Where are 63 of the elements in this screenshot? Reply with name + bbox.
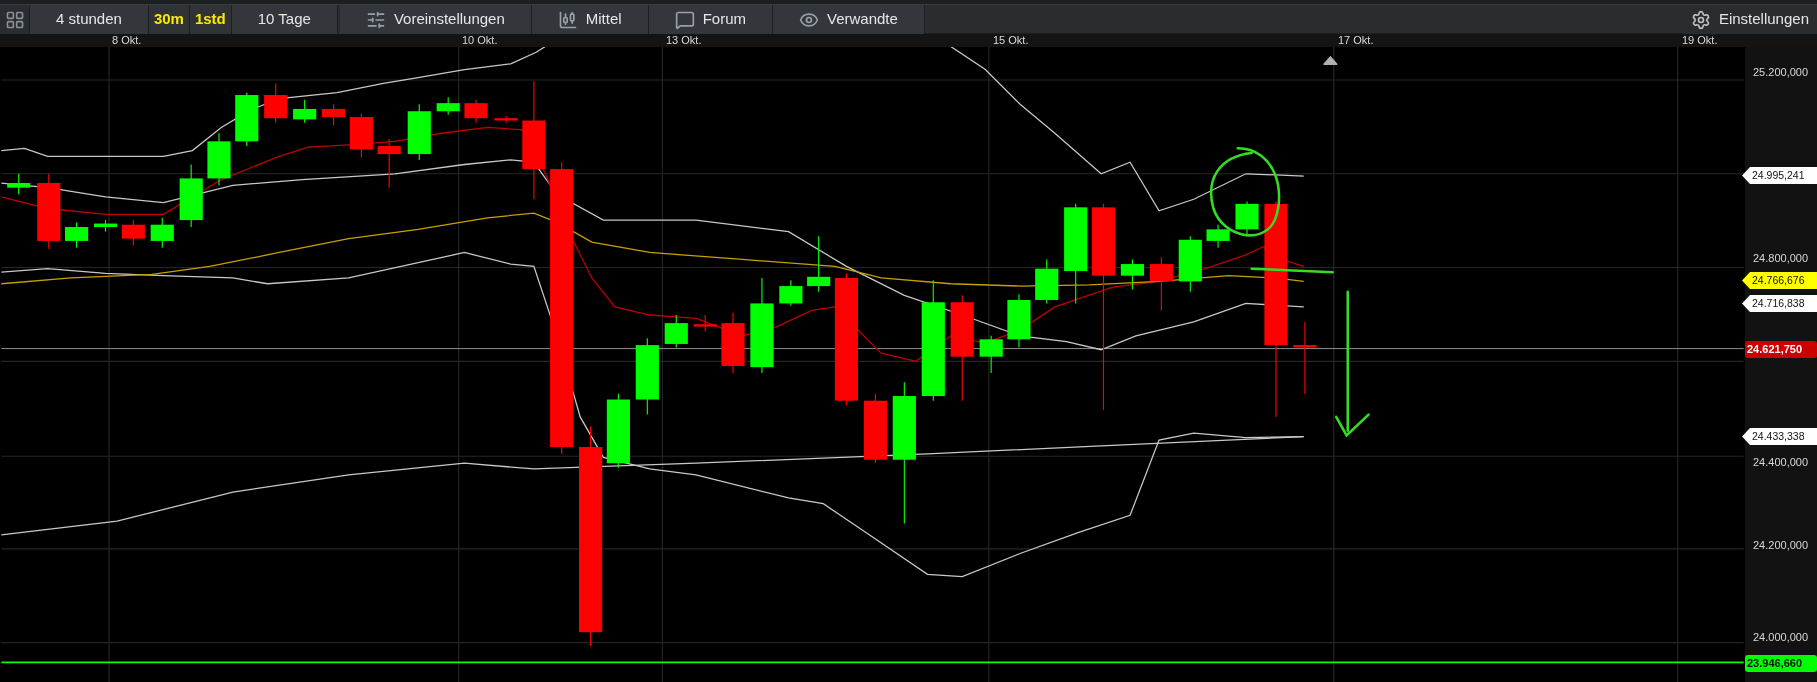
- toolbar-button[interactable]: 10 Tage: [231, 5, 338, 34]
- settings-icon: [1690, 9, 1711, 30]
- candle: [1235, 200, 1259, 235]
- candle: [1035, 258, 1059, 304]
- candle: [1007, 293, 1031, 348]
- settings-button[interactable]: Einstellungen: [1682, 5, 1817, 34]
- price-tag: 23.946,660: [1745, 655, 1817, 672]
- candle: [235, 92, 259, 147]
- date-label: 10 Okt.: [462, 34, 498, 47]
- toolbar-button[interactable]: Verwandte: [773, 5, 925, 34]
- sliders-icon: [365, 9, 386, 30]
- price-tag: 24.766,676: [1742, 272, 1817, 289]
- interval-shortcut[interactable]: 30m: [148, 5, 190, 34]
- candle: [93, 219, 118, 233]
- candle: [150, 217, 174, 249]
- candle: [293, 99, 317, 124]
- price-tag: 24.621,750: [1745, 341, 1817, 358]
- price-label: 25.200,000: [1753, 66, 1809, 79]
- chat-bubble-icon: [674, 9, 695, 30]
- candle: [7, 173, 31, 196]
- candle: [264, 82, 288, 124]
- candle: [436, 96, 460, 116]
- price-label: 24.800,000: [1753, 252, 1809, 265]
- toolbar-button[interactable]: Mittel: [531, 5, 649, 34]
- date-label: 15 Okt.: [993, 34, 1029, 47]
- toolbar-button[interactable]: Voreinstellungen: [339, 5, 532, 34]
- candlestick-icon: [557, 9, 578, 30]
- toolbar-button[interactable]: Forum: [648, 5, 773, 34]
- price-tag: 24.433,338: [1742, 428, 1817, 445]
- candle: [863, 393, 887, 464]
- candle: [1120, 258, 1144, 291]
- toolbar-button[interactable]: 4 stunden: [30, 5, 149, 34]
- candle: [979, 335, 1003, 374]
- candle: [65, 221, 89, 249]
- candle: [349, 113, 373, 159]
- candle: [779, 279, 803, 307]
- price-label: 24.200,000: [1753, 539, 1809, 552]
- candle: [207, 132, 231, 186]
- candle: [664, 314, 688, 348]
- candle: [494, 115, 518, 124]
- candle: [322, 103, 346, 126]
- candle: [407, 103, 431, 161]
- price-tag: 24.995,241: [1742, 167, 1817, 184]
- candle: [807, 235, 831, 293]
- price-label: 24.400,000: [1753, 456, 1809, 469]
- triangle-marker-icon: [1323, 55, 1338, 65]
- date-label: 8 Okt.: [112, 34, 142, 47]
- candle: [693, 314, 717, 332]
- candle: [1206, 224, 1230, 249]
- date-label: 17 Okt.: [1338, 34, 1374, 47]
- price-label: 24.000,000: [1753, 631, 1809, 644]
- layout-grid-icon: [4, 9, 25, 30]
- candle: [377, 138, 401, 189]
- candle: [1149, 256, 1173, 311]
- candle: [721, 312, 745, 374]
- candle: [121, 219, 145, 247]
- candle: [1178, 235, 1202, 293]
- candle: [464, 99, 488, 124]
- date-label: 13 Okt.: [666, 34, 702, 47]
- price-tag: 24.716,838: [1742, 295, 1817, 312]
- date-label: 19 Okt.: [1682, 34, 1718, 47]
- candle: [179, 163, 203, 228]
- interval-shortcut[interactable]: 1std: [189, 5, 232, 34]
